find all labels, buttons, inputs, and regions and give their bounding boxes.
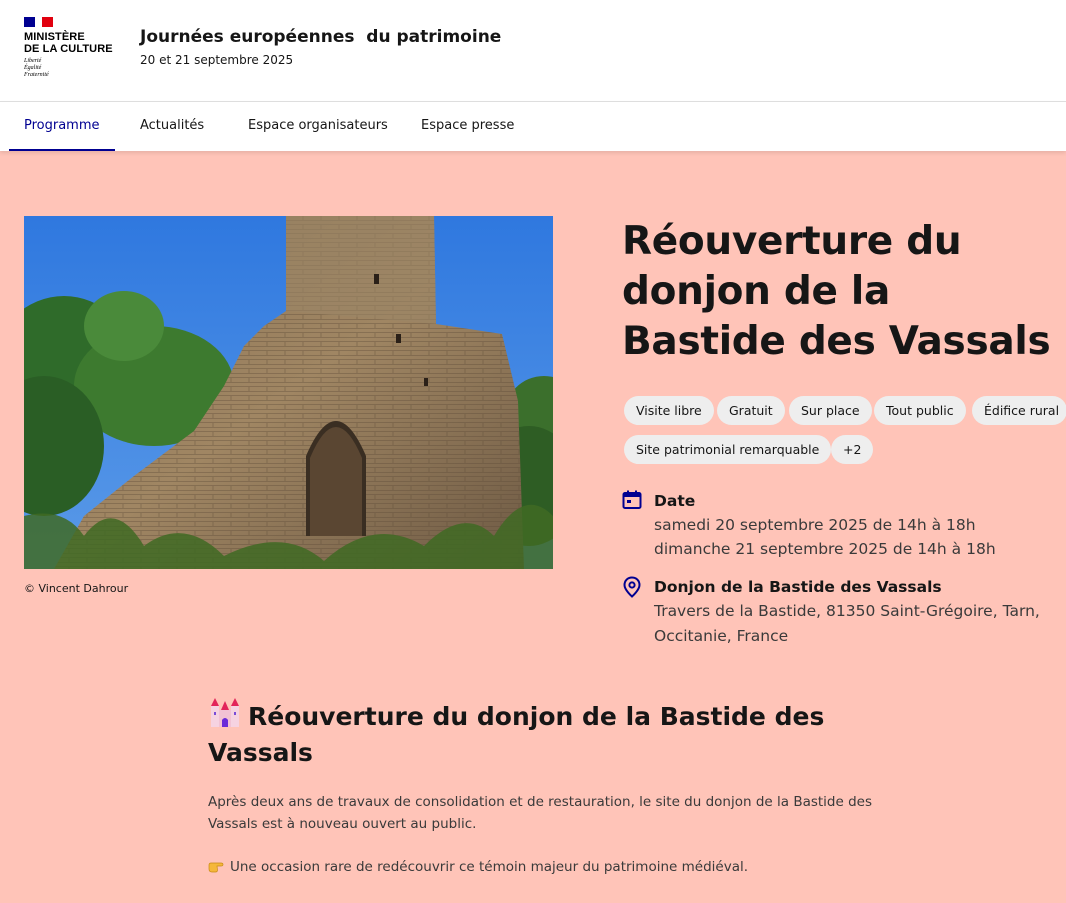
tag-more[interactable]: +2 [831, 435, 874, 464]
calendar-icon [622, 490, 642, 510]
main-navigation: Programme Actualités Espace organisateur… [0, 102, 1066, 151]
description-heading: Réouverture du donjon de la Bastide des … [208, 698, 868, 771]
photo-credit: © Vincent Dahrour [24, 582, 129, 595]
ministry-logo[interactable]: MINISTÈRE DE LA CULTURE Liberté Égalité … [24, 17, 116, 79]
tag-visite-libre[interactable]: Visite libre [624, 396, 714, 425]
tag-gratuit[interactable]: Gratuit [717, 396, 785, 425]
location-name: Donjon de la Bastide des Vassals [654, 578, 942, 596]
nav-item-espace-presse[interactable]: Espace presse [421, 102, 514, 151]
date-label: Date [654, 492, 696, 510]
nav-item-espace-organisateurs[interactable]: Espace organisateurs [248, 102, 388, 151]
ministry-line-1: MINISTÈRE [24, 31, 85, 43]
location-line-1: Travers de la Bastide, 81350 Saint-Grégo… [654, 602, 1040, 620]
description-paragraph-2: Une occasion rare de redécouvrir ce témo… [208, 856, 908, 878]
motto-egalite: Égalité [24, 65, 42, 71]
tag-edifice-rural[interactable]: Édifice rural [972, 396, 1066, 425]
description-paragraph-1: Après deux ans de travaux de consolidati… [208, 794, 873, 832]
ministry-line-2: DE LA CULTURE [24, 43, 113, 55]
motto-fraternite: Fraternité [24, 72, 49, 78]
date-line-1: samedi 20 septembre 2025 de 14h à 18h [654, 516, 976, 534]
pointing-hand-icon [208, 858, 224, 873]
castle-icon [208, 698, 242, 728]
event-photo [24, 216, 553, 569]
motto-liberte: Liberté [24, 58, 42, 64]
castle-tower-photo [24, 216, 553, 569]
ministry-name: MINISTÈRE DE LA CULTURE [24, 31, 116, 55]
nav-item-programme[interactable]: Programme [9, 102, 115, 151]
description-paragraph-2-text: Une occasion rare de redécouvrir ce témo… [230, 859, 749, 875]
tag-site-patrimonial[interactable]: Site patrimonial remarquable [624, 435, 832, 464]
french-flag-icon [24, 17, 53, 27]
republic-motto: Liberté Égalité Fraternité [24, 58, 116, 79]
site-title[interactable]: Journées européennes du patrimoine [140, 27, 501, 47]
location-line-2: Occitanie, France [654, 627, 789, 645]
site-subtitle: 20 et 21 septembre 2025 [140, 53, 294, 67]
description-heading-text: Réouverture du donjon de la Bastide des … [208, 702, 825, 767]
site-header: MINISTÈRE DE LA CULTURE Liberté Égalité … [0, 0, 1066, 102]
tag-sur-place[interactable]: Sur place [789, 396, 872, 425]
date-line-2: dimanche 21 septembre 2025 de 14h à 18h [654, 540, 996, 558]
nav-item-actualites[interactable]: Actualités [140, 102, 204, 151]
tag-tout-public[interactable]: Tout public [874, 396, 966, 425]
map-pin-icon [622, 576, 642, 598]
event-title: Réouverture du donjon de la Bastide des … [622, 219, 1051, 364]
